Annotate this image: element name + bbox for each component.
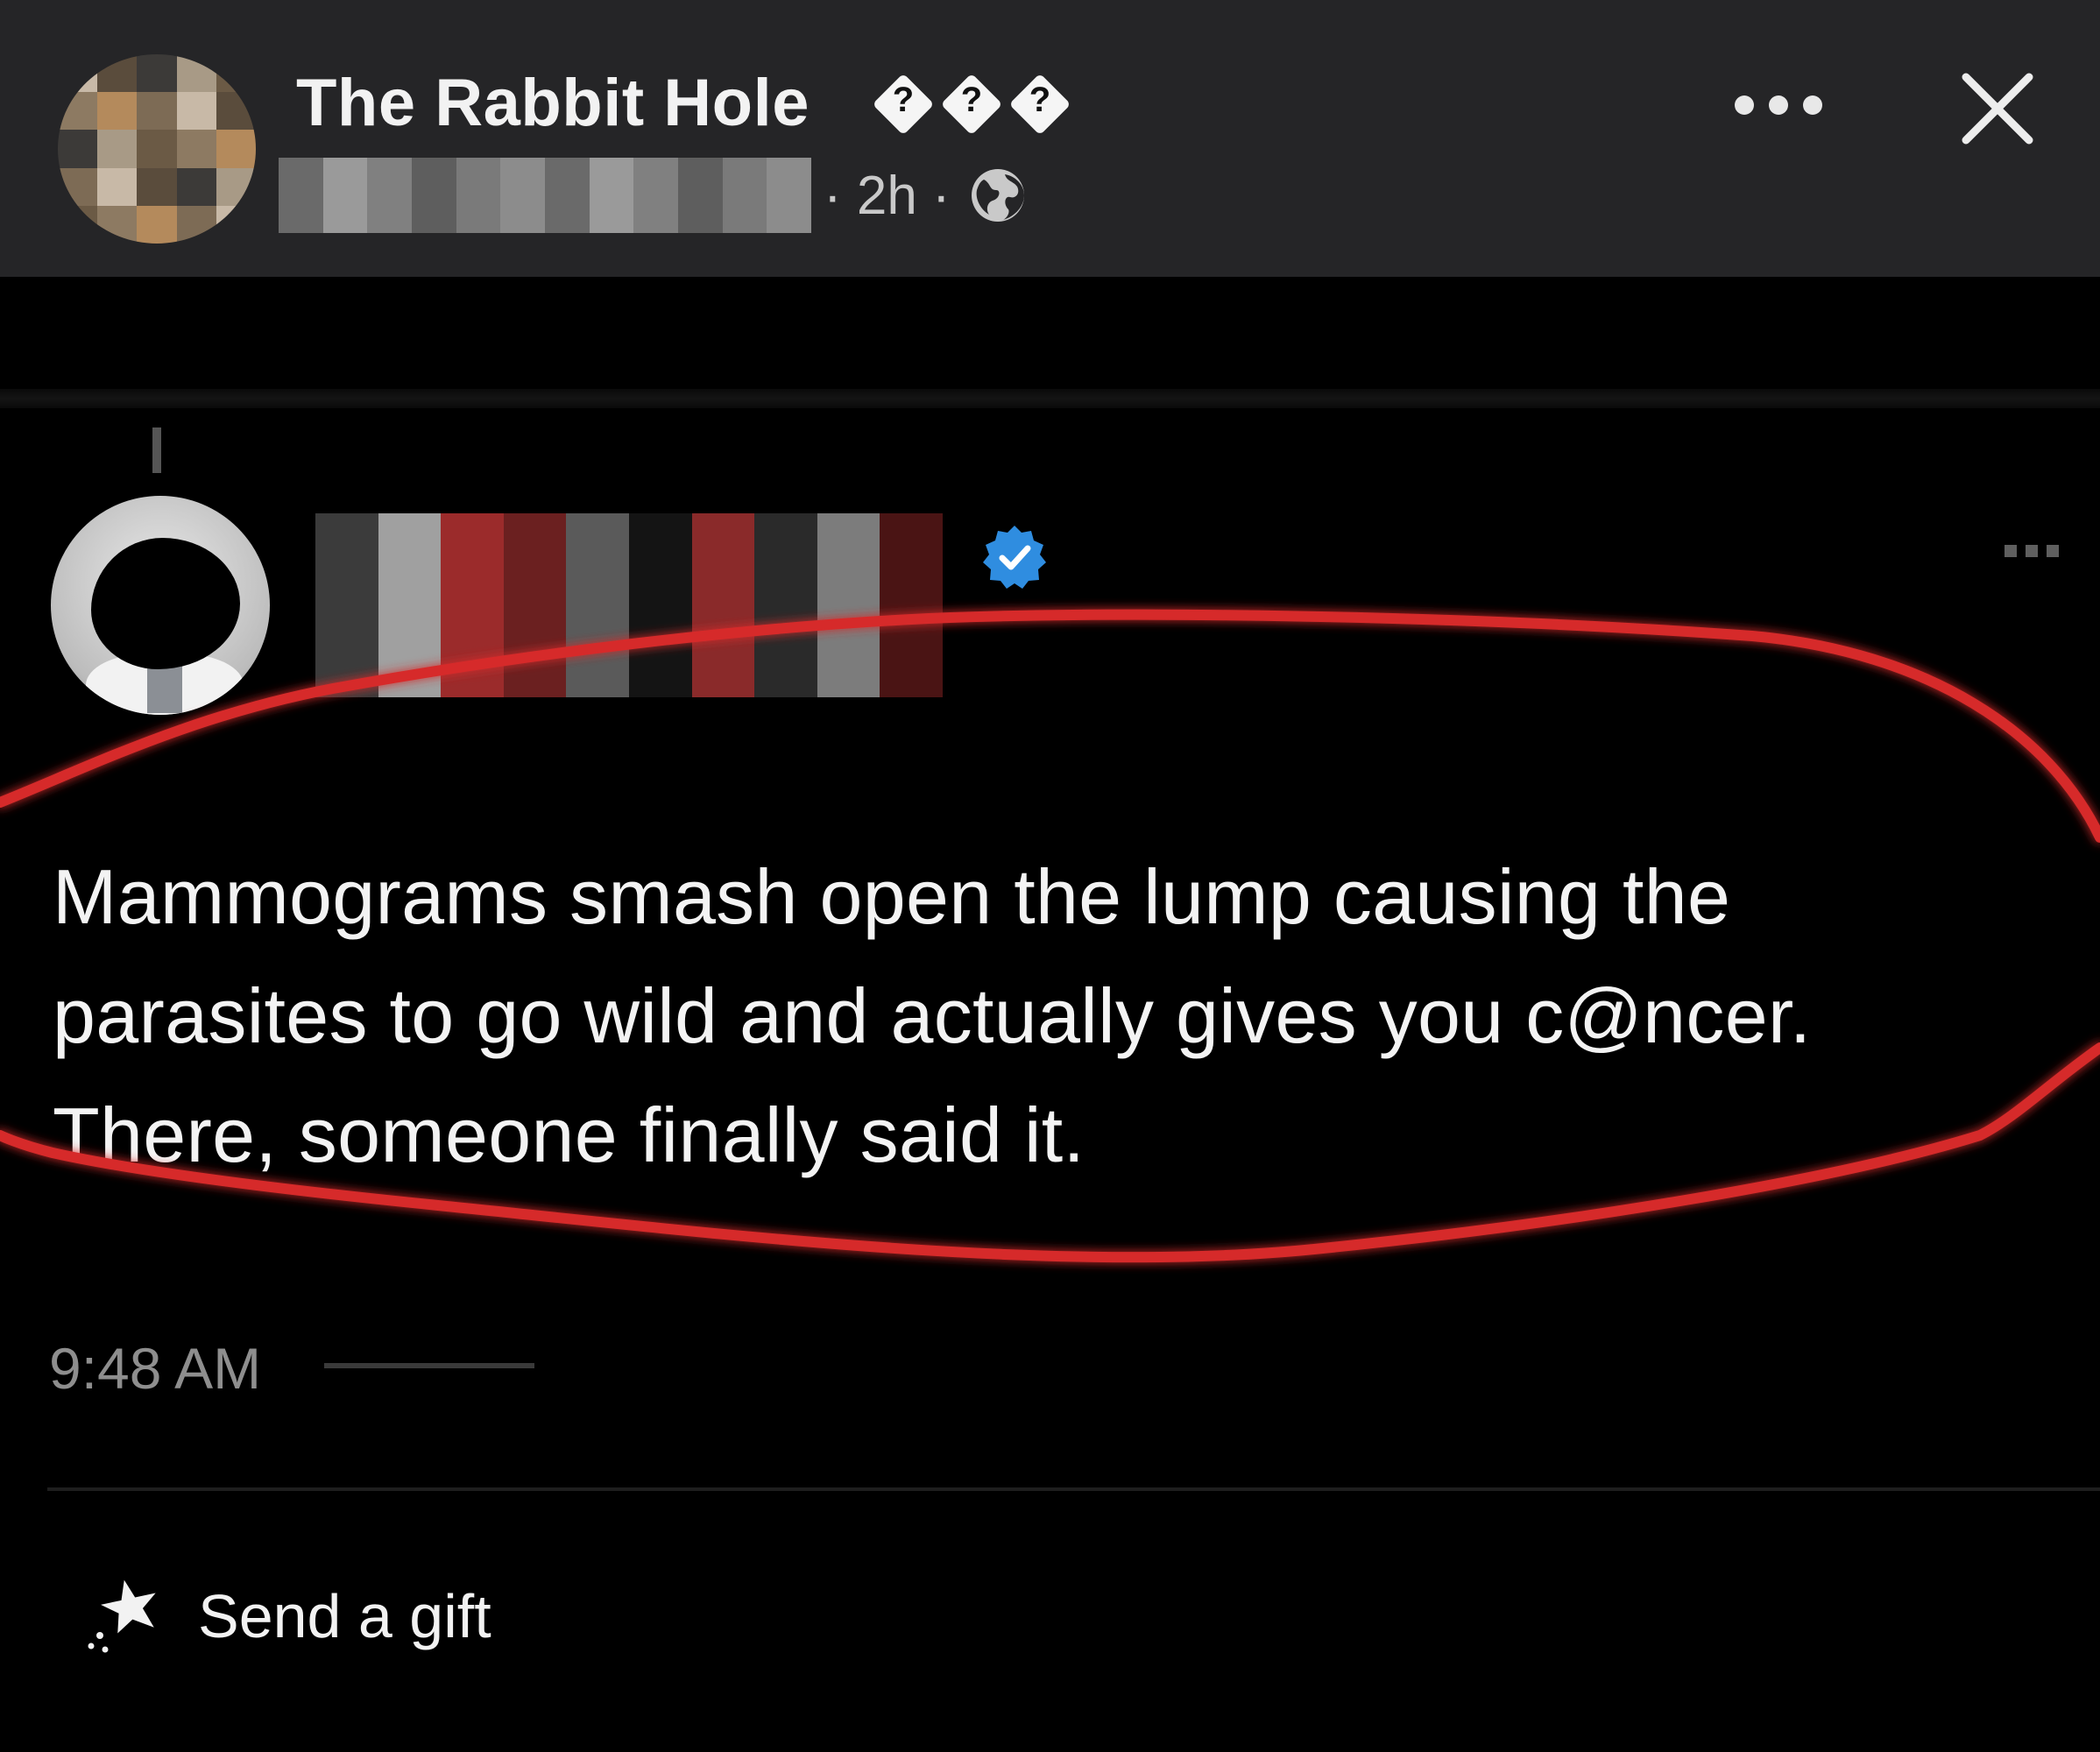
- badge-group: ? ? ?: [872, 73, 1071, 136]
- post-meta: · 2h ·: [279, 156, 1029, 235]
- tweet-author-avatar: [51, 496, 270, 715]
- page-title[interactable]: The Rabbit Hole: [296, 65, 810, 141]
- close-icon[interactable]: [1954, 65, 2041, 152]
- post-header: The Rabbit Hole ? ? ? · 2h ·: [0, 0, 2100, 277]
- send-gift-label: Send a gift: [198, 1582, 491, 1650]
- page-avatar[interactable]: [58, 54, 256, 244]
- post-viewer: The Rabbit Hole ? ? ? · 2h · Mammograms …: [0, 0, 2100, 1752]
- divider: [0, 389, 2100, 408]
- send-gift-button[interactable]: Send a gift: [84, 1577, 491, 1656]
- gift-sparkle-icon: [88, 1579, 156, 1653]
- tweet-line: There, someone finally said it.: [53, 1091, 1085, 1178]
- tweet-more-icon: [2005, 545, 2059, 557]
- badge-icon: ?: [872, 73, 935, 136]
- divider: [47, 1487, 2100, 1491]
- embedded-tweet-image[interactable]: Mammograms smash open the lump causing t…: [0, 277, 2100, 1529]
- more-icon[interactable]: [1735, 88, 1822, 123]
- badge-icon: ?: [940, 73, 1003, 136]
- tweet-line: Mammograms smash open the lump causing t…: [53, 853, 1731, 940]
- tweet-time: 9:48 AM: [49, 1336, 262, 1401]
- tweet-line: parasites to go wild and actually gives …: [53, 972, 1812, 1059]
- redacted-date: [324, 1363, 534, 1368]
- redacted-author: [279, 158, 811, 233]
- post-timestamp[interactable]: · 2h ·: [824, 165, 951, 227]
- redacted-tweet-author: [315, 513, 943, 697]
- tweet-text: Mammograms smash open the lump causing t…: [53, 837, 2068, 1195]
- verified-icon: [983, 526, 1046, 589]
- badge-icon: ?: [1008, 73, 1071, 136]
- divider: [152, 427, 161, 473]
- globe-icon: [971, 169, 1024, 222]
